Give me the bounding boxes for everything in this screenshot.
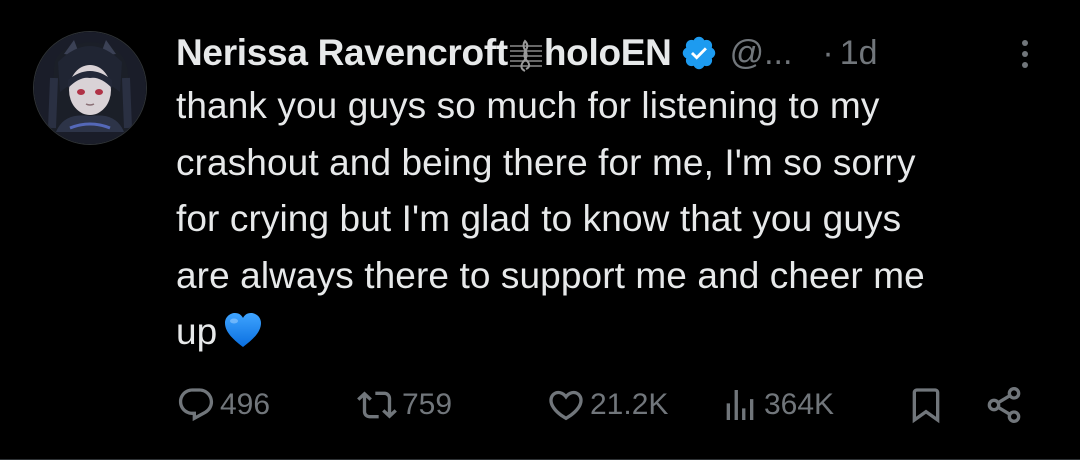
like-button[interactable]: 21.2K	[546, 380, 668, 430]
tweet-text-line: are always there to support me and cheer…	[176, 254, 925, 296]
author-name[interactable]: Nerissa Ravencroft holoEN	[176, 32, 672, 74]
views-button[interactable]: 364K	[720, 380, 834, 430]
timestamp[interactable]: 1d	[840, 34, 878, 73]
share-icon	[987, 387, 1021, 424]
author-name-part1[interactable]: Nerissa Ravencroft	[176, 32, 508, 73]
tweet-header: Nerissa Ravencroft holoEN @... · 1d	[176, 28, 878, 78]
avatar[interactable]	[34, 32, 146, 144]
tweet-text: thank you guys so much for listening to …	[176, 78, 1056, 361]
author-handle[interactable]: @...	[730, 34, 793, 73]
tweet[interactable]: Nerissa Ravencroft holoEN @... · 1d than…	[0, 0, 1080, 460]
separator-dot: ·	[822, 33, 834, 72]
tweet-text-line: up	[176, 311, 218, 352]
music-score-icon	[509, 39, 542, 73]
bookmark-icon	[912, 388, 940, 424]
reply-button[interactable]: 496	[176, 380, 270, 430]
views-icon	[726, 390, 754, 420]
tweet-text-line: for crying but I'm glad to know that you…	[176, 198, 902, 239]
verified-badge-icon	[682, 36, 715, 70]
views-count: 364K	[764, 388, 835, 421]
heart-icon	[549, 390, 583, 421]
retweet-icon	[357, 391, 397, 419]
avatar-image	[34, 32, 146, 144]
more-options-icon[interactable]	[1012, 36, 1038, 72]
like-count: 21.2K	[590, 388, 669, 421]
retweet-count: 759	[402, 388, 453, 421]
tweet-actions: 496 759 21.2K 364K	[0, 380, 1080, 430]
reply-count: 496	[220, 388, 271, 421]
blue-heart-icon	[225, 313, 262, 347]
share-button[interactable]	[984, 380, 1024, 430]
reply-icon	[178, 388, 214, 422]
tweet-text-line: crashout and being there for me, I'm so …	[176, 141, 916, 183]
author-name-part2[interactable]: holoEN	[544, 32, 672, 73]
tweet-text-line-last: up	[176, 304, 1056, 361]
tweet-text-line: thank you guys so much for listening to …	[176, 85, 880, 126]
bookmark-button[interactable]	[906, 380, 946, 430]
retweet-button[interactable]: 759	[356, 380, 452, 430]
